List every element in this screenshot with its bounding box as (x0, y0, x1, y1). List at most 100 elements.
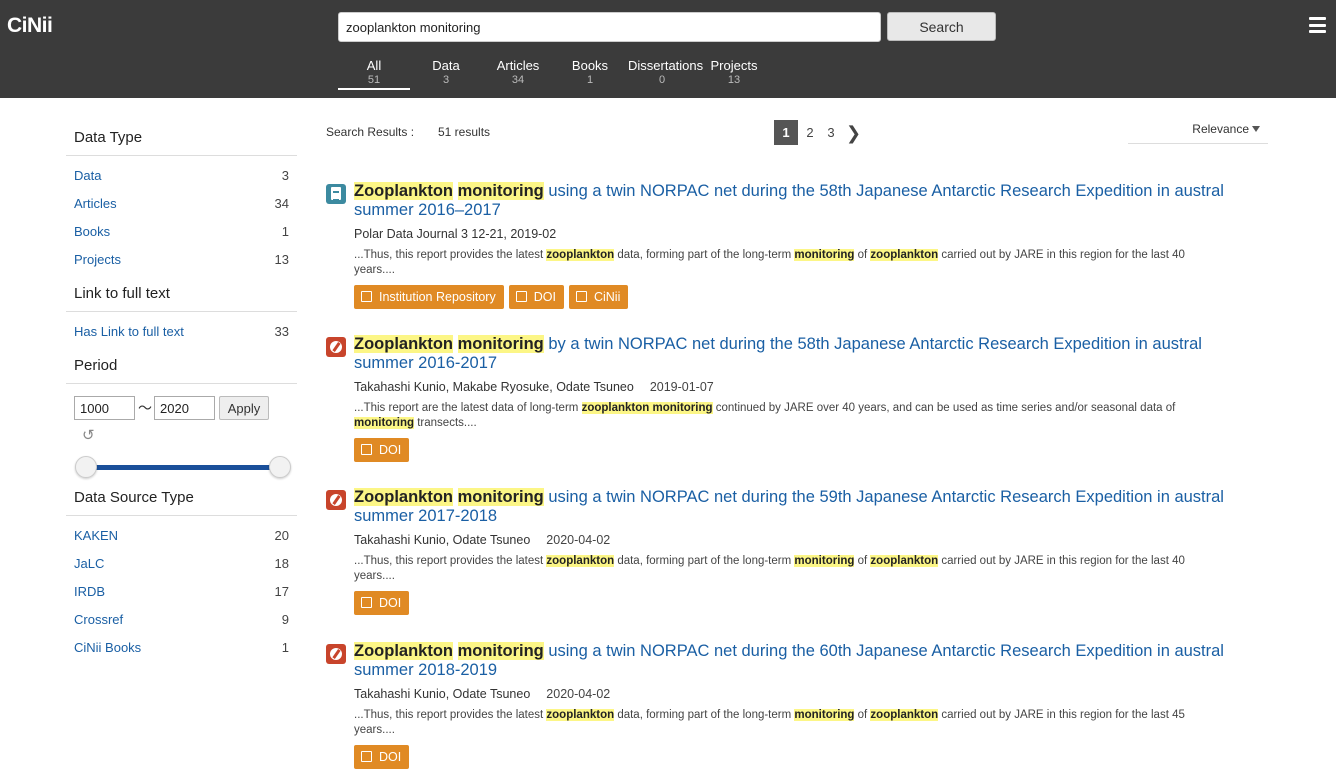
result-links: DOI (354, 591, 414, 615)
result-title-link[interactable]: Zooplankton monitoring using a twin NORP… (354, 182, 1224, 220)
sort-dropdown[interactable]: Relevance (1128, 122, 1268, 144)
period-separator: 〜 (138, 400, 152, 416)
next-page-icon[interactable]: ❯ (846, 123, 861, 144)
snippet-text: ...This report are the latest data of lo… (354, 402, 582, 414)
facet-title-data-source: Data Source Type (66, 488, 297, 516)
result-title-link[interactable]: Zooplankton monitoring by a twin NORPAC … (354, 335, 1224, 373)
search-button[interactable]: Search (887, 12, 996, 41)
link-label: CiNii (593, 290, 621, 304)
highlighted-term: monitoring (457, 335, 544, 353)
period-from-input[interactable] (74, 396, 135, 420)
external-link-icon (361, 597, 372, 608)
highlighted-term: monitoring (354, 417, 415, 429)
search-input[interactable] (338, 12, 881, 42)
hamburger-menu-icon[interactable] (1309, 17, 1326, 33)
tab-count: 13 (727, 74, 741, 86)
page-3[interactable]: 3 (819, 120, 843, 145)
tab-count: 51 (367, 74, 381, 86)
result-meta: Takahashi Kunio, Odate Tsuneo 2020-04-02 (354, 687, 610, 701)
snippet-text: data, forming part of the long-term (614, 555, 795, 567)
result-snippet: ...Thus, this report provides the latest… (354, 554, 1204, 584)
tab-label: Articles (496, 58, 540, 73)
link-institution-repository-button[interactable]: Institution Repository (354, 285, 504, 309)
highlighted-term: monitoring (794, 249, 855, 261)
result-date: 2020-04-02 (546, 533, 611, 547)
snippet-text: of (854, 709, 871, 721)
header-bar: CiNii Search All 51 Data 3 Articles 34 B… (0, 0, 1336, 98)
facet-item-crossref[interactable]: Crossref 9 (66, 610, 297, 638)
result-snippet: ...Thus, this report provides the latest… (354, 708, 1204, 738)
highlighted-term: zooplankton (546, 555, 615, 567)
period-filter: 〜 Apply ↺ (66, 384, 297, 478)
period-apply-button[interactable]: Apply (219, 396, 269, 420)
article-icon (326, 644, 346, 664)
tab-articles[interactable]: Articles 34 (488, 58, 548, 90)
link-label: DOI (379, 750, 402, 764)
highlighted-term: Zooplankton (354, 182, 453, 200)
link-doi-button[interactable]: DOI (508, 285, 564, 309)
highlighted-term: monitoring (794, 709, 855, 721)
snippet-text: ...Thus, this report provides the latest (354, 555, 547, 567)
facet-item-projects[interactable]: Projects 13 (66, 250, 297, 278)
tab-data[interactable]: Data 3 (420, 58, 472, 90)
tab-label: Dissertations (628, 58, 704, 73)
facet-item-data[interactable]: Data 3 (66, 166, 297, 194)
result-title-link[interactable]: Zooplankton monitoring using a twin NORP… (354, 488, 1224, 526)
period-slider-min-handle[interactable] (75, 456, 97, 478)
cinii-logo[interactable]: CiNii (7, 14, 53, 38)
link-doi-button[interactable]: DOI (354, 438, 410, 462)
facet-item-has-full-text[interactable]: Has Link to full text 33 (66, 322, 297, 350)
search-results-label: Search Results : (326, 125, 415, 139)
reset-icon[interactable]: ↺ (82, 426, 95, 444)
result-authors: Takahashi Kunio, Makabe Ryosuke, Odate T… (354, 380, 634, 394)
facet-title-period: Period (66, 356, 297, 384)
highlighted-term: zooplankton (546, 709, 615, 721)
period-slider-max-handle[interactable] (269, 456, 291, 478)
link-doi-button[interactable]: DOI (354, 745, 410, 769)
tab-all[interactable]: All 51 (338, 58, 410, 90)
snippet-text: of (854, 555, 871, 567)
result-links: DOI (354, 438, 414, 462)
page-1[interactable]: 1 (774, 120, 798, 145)
snippet-text: transects.... (414, 417, 477, 429)
facet-list-data-type: Data 3 Articles 34 Books 1 Projects 13 (66, 156, 297, 284)
link-doi-button[interactable]: DOI (354, 591, 410, 615)
highlighted-term: monitoring (457, 182, 544, 200)
facet-list-full-text: Has Link to full text 33 (66, 312, 297, 356)
highlighted-term: monitoring (457, 642, 544, 660)
facet-item-books[interactable]: Books 1 (66, 222, 297, 250)
link-cinii-button[interactable]: CiNii (568, 285, 629, 309)
snippet-text: data, forming part of the long-term (614, 249, 795, 261)
result-links: Institution Repository DOI CiNii (354, 285, 633, 309)
tab-count: 34 (511, 74, 525, 86)
facet-item-cinii-books[interactable]: CiNii Books 1 (66, 638, 297, 666)
period-to-input[interactable] (154, 396, 215, 420)
facet-item-irdb[interactable]: IRDB 17 (66, 582, 297, 610)
snippet-text: continued by JARE over 40 years, and can… (712, 402, 1176, 414)
highlighted-term: zooplankton (870, 555, 939, 567)
title-text (453, 488, 458, 506)
tab-projects[interactable]: Projects 13 (706, 58, 762, 90)
highlighted-term: zooplankton monitoring (581, 402, 713, 414)
facet-list-data-source: KAKEN 20 JaLC 18 IRDB 17 Crossref 9 CiNii Bo… (66, 516, 297, 672)
highlighted-term: monitoring (794, 555, 855, 567)
external-link-icon (361, 444, 372, 455)
tab-books[interactable]: Books 1 (564, 58, 616, 90)
sort-label: Relevance (1192, 122, 1249, 136)
title-text (453, 642, 458, 660)
highlighted-term: zooplankton (870, 709, 939, 721)
result-snippet: ...This report are the latest data of lo… (354, 401, 1204, 431)
result-authors: Takahashi Kunio, Odate Tsuneo (354, 687, 531, 701)
result-date: 2020-04-02 (546, 687, 611, 701)
facet-item-articles[interactable]: Articles 34 (66, 194, 297, 222)
tab-dissertations[interactable]: Dissertations 0 (628, 58, 703, 90)
period-slider-track[interactable] (86, 465, 280, 470)
external-link-icon (515, 291, 527, 302)
link-label: DOI (379, 596, 402, 610)
facet-item-jalc[interactable]: JaLC 18 (66, 554, 297, 582)
result-title-link[interactable]: Zooplankton monitoring using a twin NORP… (354, 642, 1224, 680)
facet-title-full-text: Link to full text (66, 284, 297, 312)
facet-item-kaken[interactable]: KAKEN 20 (66, 526, 297, 554)
external-link-icon (575, 291, 587, 302)
tab-label: Projects (710, 58, 758, 73)
